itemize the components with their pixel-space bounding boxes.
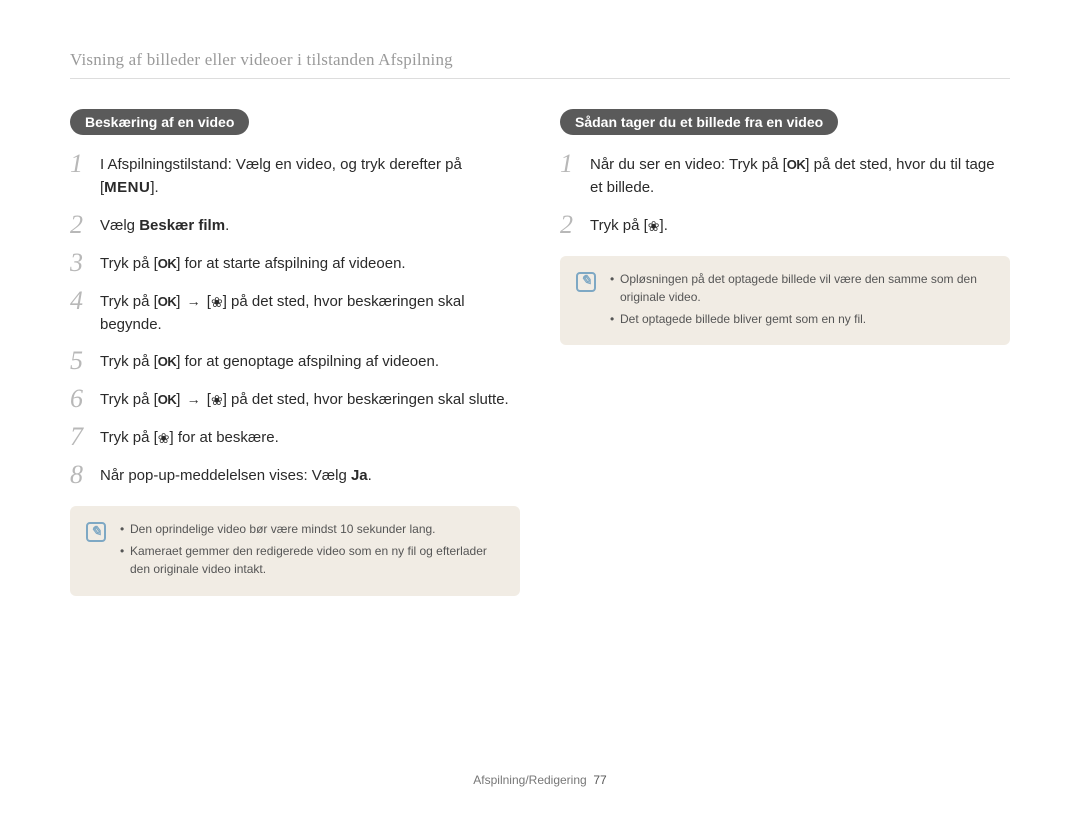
step-text: Vælg Beskær film. — [100, 214, 229, 237]
step-number: 6 — [70, 386, 100, 412]
step-text: Tryk på [OK] for at starte afspilning af… — [100, 252, 406, 275]
step-text: Tryk på [❀] for at beskære. — [100, 426, 279, 449]
step-number: 1 — [70, 151, 100, 177]
step: 1 I Afspilningstilstand: Vælg en video, … — [70, 153, 520, 200]
step-text: I Afspilningstilstand: Vælg en video, og… — [100, 153, 520, 200]
note-icon: ✎ — [576, 272, 596, 292]
step: 4 Tryk på [OK] → [❀] på det sted, hvor b… — [70, 290, 520, 337]
step: 3 Tryk på [OK] for at starte afspilning … — [70, 252, 520, 276]
page-footer: Afspilning/Redigering 77 — [0, 773, 1080, 787]
note-item: Kameraet gemmer den redigerede video som… — [120, 542, 504, 579]
step-text: Når du ser en video: Tryk på [OK] på det… — [590, 153, 1010, 200]
step-text: Tryk på [OK] for at genoptage afspilning… — [100, 350, 439, 373]
step: 5 Tryk på [OK] for at genoptage afspilni… — [70, 350, 520, 374]
step-number: 7 — [70, 424, 100, 450]
step-number: 3 — [70, 250, 100, 276]
step: 2 Vælg Beskær film. — [70, 214, 520, 238]
step-number: 4 — [70, 288, 100, 314]
note-list: Opløsningen på det optagede billede vil … — [610, 270, 994, 332]
page-header: Visning af billeder eller videoer i tils… — [70, 50, 1010, 79]
capture-steps: 1 Når du ser en video: Tryk på [OK] på d… — [560, 153, 1010, 238]
step: 6 Tryk på [OK] → [❀] på det sted, hvor b… — [70, 388, 520, 412]
note-icon: ✎ — [86, 522, 106, 542]
step-text: Tryk på [OK] → [❀] på det sted, hvor bes… — [100, 388, 509, 411]
note-item: Opløsningen på det optagede billede vil … — [610, 270, 994, 307]
right-column: Sådan tager du et billede fra en video 1… — [560, 109, 1010, 596]
step: 8 Når pop-up-meddelelsen vises: Vælg Ja. — [70, 464, 520, 488]
note-item: Den oprindelige video bør være mindst 10… — [120, 520, 504, 539]
note-box: ✎ Opløsningen på det optagede billede vi… — [560, 256, 1010, 346]
note-box: ✎ Den oprindelige video bør være mindst … — [70, 506, 520, 596]
step-number: 5 — [70, 348, 100, 374]
step-text: Når pop-up-meddelelsen vises: Vælg Ja. — [100, 464, 372, 487]
note-list: Den oprindelige video bør være mindst 10… — [120, 520, 504, 582]
step-text: Tryk på [❀]. — [590, 214, 668, 237]
footer-section: Afspilning/Redigering — [473, 773, 586, 787]
step-text: Tryk på [OK] → [❀] på det sted, hvor bes… — [100, 290, 520, 337]
step-number: 1 — [560, 151, 590, 177]
section-title-capture: Sådan tager du et billede fra en video — [560, 109, 838, 135]
step-number: 2 — [70, 212, 100, 238]
note-item: Det optagede billede bliver gemt som en … — [610, 310, 994, 329]
footer-page-number: 77 — [593, 773, 606, 787]
step-number: 2 — [560, 212, 590, 238]
step-number: 8 — [70, 462, 100, 488]
crop-steps: 1 I Afspilningstilstand: Vælg en video, … — [70, 153, 520, 488]
step: 2 Tryk på [❀]. — [560, 214, 1010, 238]
step: 1 Når du ser en video: Tryk på [OK] på d… — [560, 153, 1010, 200]
left-column: Beskæring af en video 1 I Afspilningstil… — [70, 109, 520, 596]
section-title-crop: Beskæring af en video — [70, 109, 249, 135]
step: 7 Tryk på [❀] for at beskære. — [70, 426, 520, 450]
